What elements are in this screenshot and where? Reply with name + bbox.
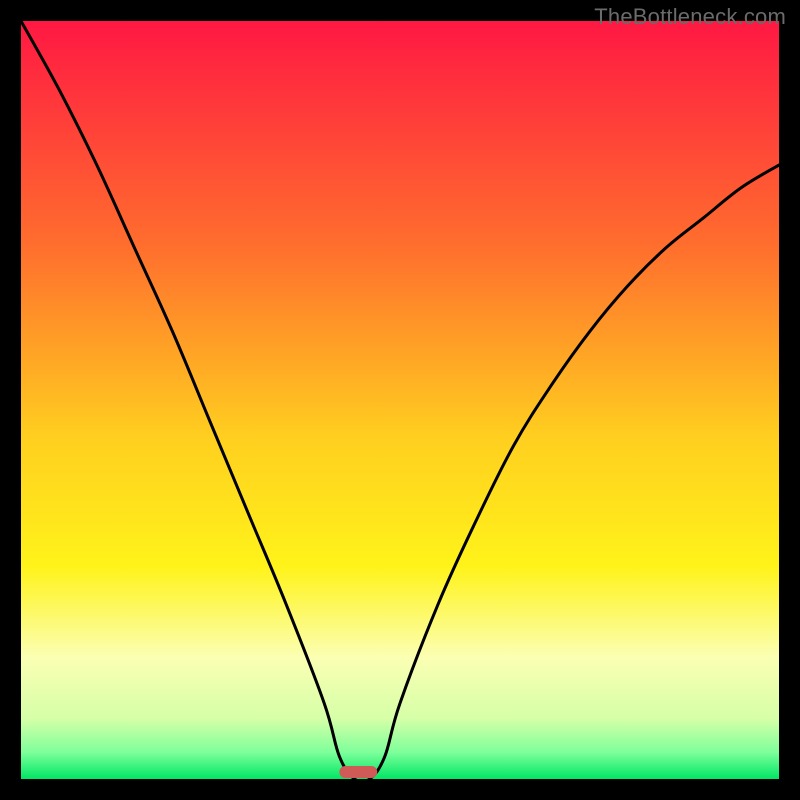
watermark-text: TheBottleneck.com — [594, 4, 786, 30]
gradient-background — [21, 21, 779, 779]
chart-svg — [21, 21, 779, 779]
optimal-range-marker — [339, 766, 377, 778]
chart-frame: TheBottleneck.com — [0, 0, 800, 800]
chart-plot-area — [21, 21, 779, 779]
